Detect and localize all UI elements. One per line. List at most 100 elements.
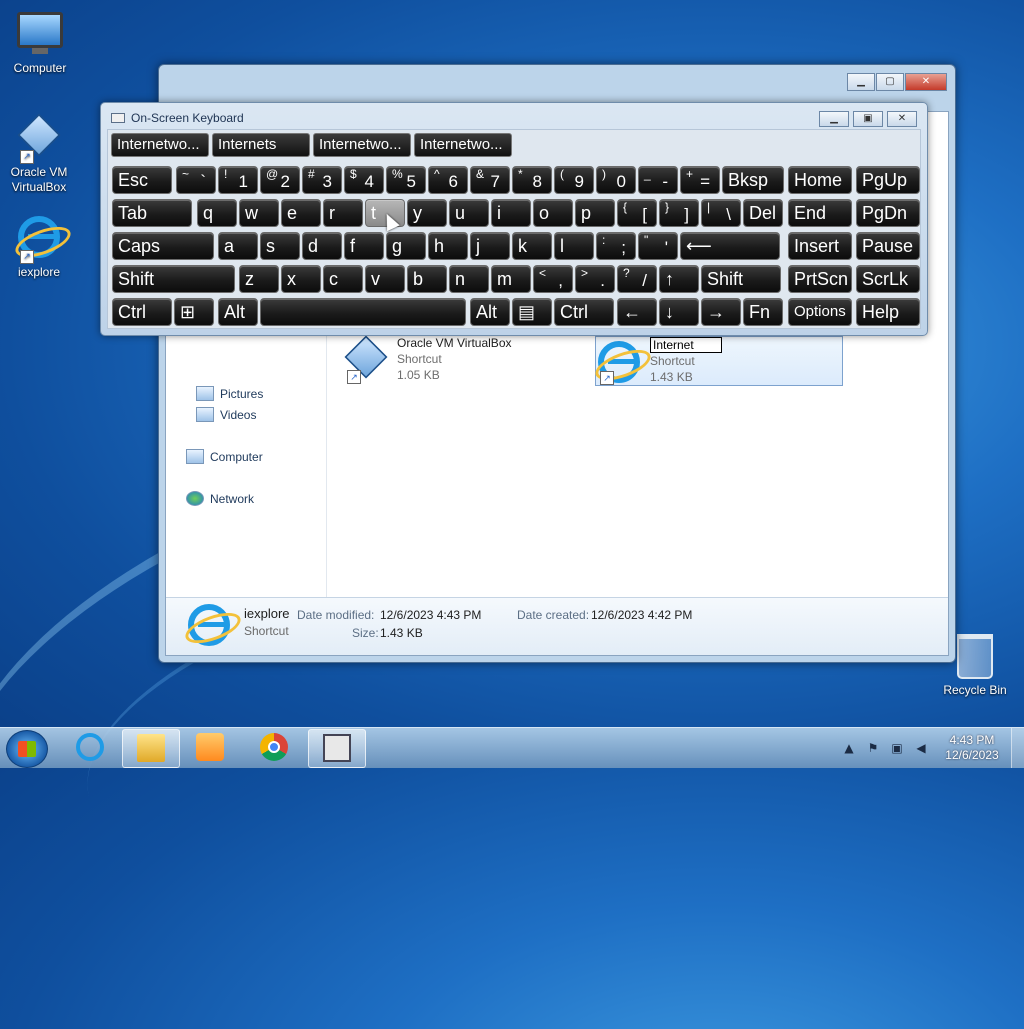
key-\[interactable]: | \ <box>701 199 741 227</box>
key-→[interactable]: → <box>701 298 741 326</box>
key-9[interactable]: (9 <box>554 166 594 194</box>
nav-item-videos[interactable]: Videos <box>196 407 256 422</box>
taskbar-chrome[interactable] <box>246 729 302 766</box>
clock[interactable]: 4:43 PM 12/6/2023 <box>933 733 1011 763</box>
key-1[interactable]: ! 1 <box>218 166 258 194</box>
nav-item-computer[interactable]: Computer <box>186 449 263 464</box>
key-0[interactable]: ) 0 <box>596 166 636 194</box>
key-w[interactable]: w <box>239 199 279 227</box>
key-p[interactable]: p <box>575 199 615 227</box>
key-y[interactable]: y <box>407 199 447 227</box>
key-pause[interactable]: Pause <box>856 232 920 260</box>
prediction-button[interactable]: Internets <box>212 133 310 157</box>
action-center-icon[interactable]: ⚑ <box>865 740 881 756</box>
restore-button[interactable]: ▣ <box>853 111 883 127</box>
prediction-button[interactable]: Internetwo... <box>313 133 411 157</box>
key-r[interactable]: r <box>323 199 363 227</box>
key-.[interactable]: >. <box>575 265 615 293</box>
key-=[interactable]: + = <box>680 166 720 194</box>
key-j[interactable]: j <box>470 232 510 260</box>
minimize-button[interactable]: ▁ <box>819 111 849 127</box>
nav-item-network[interactable]: Network <box>186 491 254 506</box>
key-⟵[interactable]: ⟵ <box>680 232 780 260</box>
key-d[interactable]: d <box>302 232 342 260</box>
key-pgdn[interactable]: PgDn <box>856 199 920 227</box>
key-del[interactable]: Del <box>743 199 783 227</box>
key-o[interactable]: o <box>533 199 573 227</box>
key-pgup[interactable]: PgUp <box>856 166 920 194</box>
key-h[interactable]: h <box>428 232 468 260</box>
key-k[interactable]: k <box>512 232 552 260</box>
key-u[interactable]: u <box>449 199 489 227</box>
key-help[interactable]: Help <box>856 298 920 326</box>
key-insert[interactable]: Insert <box>788 232 852 260</box>
taskbar-internet-explorer[interactable] <box>62 729 118 766</box>
network-icon[interactable]: ▣ <box>889 740 905 756</box>
key-g[interactable]: g <box>386 232 426 260</box>
key-x[interactable]: x <box>281 265 321 293</box>
key-ctrl[interactable]: Ctrl <box>112 298 172 326</box>
taskbar-explorer[interactable] <box>122 729 180 768</box>
key-7[interactable]: & 7 <box>470 166 510 194</box>
desktop-icon-iexplore[interactable]: ↗ iexplore <box>1 214 77 280</box>
key-fn[interactable]: Fn <box>743 298 783 326</box>
key-q[interactable]: q <box>197 199 237 227</box>
key-e[interactable]: e <box>281 199 321 227</box>
key-scrlk[interactable]: ScrLk <box>856 265 920 293</box>
key-][interactable]: }] <box>659 199 699 227</box>
key-alt[interactable]: Alt <box>218 298 258 326</box>
show-hidden-icons-icon[interactable]: ▲ <box>841 740 857 756</box>
nav-item-pictures[interactable]: Pictures <box>196 386 263 401</box>
desktop-icon-computer[interactable]: Computer <box>2 8 78 76</box>
key-tab[interactable]: Tab <box>112 199 192 227</box>
key-end[interactable]: End <box>788 199 852 227</box>
key-shift[interactable]: Shift <box>701 265 781 293</box>
key-←[interactable]: ← <box>617 298 657 326</box>
start-button[interactable] <box>6 730 48 768</box>
key--[interactable]: _ - <box>638 166 678 194</box>
key-f[interactable]: f <box>344 232 384 260</box>
desktop-icon-virtualbox[interactable]: ↗ Oracle VM VirtualBox <box>1 112 77 195</box>
taskbar-media-player[interactable] <box>182 729 238 766</box>
key-2[interactable]: @2 <box>260 166 300 194</box>
minimize-button[interactable]: ▁ <box>847 73 875 91</box>
key-↑[interactable]: ↑ <box>659 265 699 293</box>
rename-input[interactable]: Internet <box>650 337 722 353</box>
maximize-button[interactable]: ▢ <box>876 73 904 91</box>
key-`[interactable]: ~ ` <box>176 166 216 194</box>
key-l[interactable]: l <box>554 232 594 260</box>
key-'[interactable]: " ' <box>638 232 678 260</box>
key-alt[interactable]: Alt <box>470 298 510 326</box>
key-[[interactable]: {[ <box>617 199 657 227</box>
key-options[interactable]: Options <box>788 298 852 326</box>
key-space[interactable] <box>260 298 466 326</box>
key-;[interactable]: :; <box>596 232 636 260</box>
key-8[interactable]: * 8 <box>512 166 552 194</box>
file-item-selected[interactable]: ↗ Internet Shortcut 1.43 KB <box>591 336 843 387</box>
key-z[interactable]: z <box>239 265 279 293</box>
close-button[interactable]: ✕ <box>905 73 947 91</box>
key-4[interactable]: $4 <box>344 166 384 194</box>
key-▤[interactable]: ▤ <box>512 298 552 326</box>
close-button[interactable]: ✕ <box>887 111 917 127</box>
key-↓[interactable]: ↓ <box>659 298 699 326</box>
key-⊞[interactable]: ⊞ <box>174 298 214 326</box>
key-n[interactable]: n <box>449 265 489 293</box>
key-v[interactable]: v <box>365 265 405 293</box>
key-/[interactable]: ? / <box>617 265 657 293</box>
key-home[interactable]: Home <box>788 166 852 194</box>
volume-muted-icon[interactable]: ◀ <box>913 740 929 756</box>
key-shift[interactable]: Shift <box>112 265 235 293</box>
file-item[interactable]: ↗ Oracle VM VirtualBox Shortcut 1.05 KB <box>343 335 573 384</box>
key-5[interactable]: % 5 <box>386 166 426 194</box>
key-ctrl[interactable]: Ctrl <box>554 298 614 326</box>
key-caps[interactable]: Caps <box>112 232 214 260</box>
key-,[interactable]: <, <box>533 265 573 293</box>
key-prtscn[interactable]: PrtScn <box>788 265 852 293</box>
show-desktop-button[interactable] <box>1011 728 1024 768</box>
taskbar-on-screen-keyboard[interactable] <box>308 729 366 768</box>
key-3[interactable]: #3 <box>302 166 342 194</box>
key-esc[interactable]: Esc <box>112 166 172 194</box>
key-b[interactable]: b <box>407 265 447 293</box>
key-bksp[interactable]: Bksp <box>722 166 784 194</box>
